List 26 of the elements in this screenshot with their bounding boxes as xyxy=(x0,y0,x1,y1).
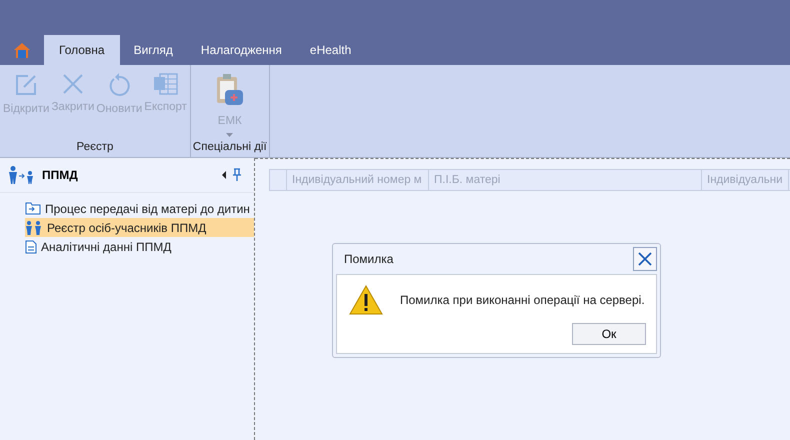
ribbon-tab[interactable]: eHealth xyxy=(296,35,366,65)
close-icon xyxy=(638,252,652,266)
ribbon-tab[interactable]: Налагодження xyxy=(186,35,296,65)
dialog-title: Помилка xyxy=(343,252,394,266)
error-message: Помилка при виконанні операції на сервері. xyxy=(400,293,645,307)
panel-title: ППМД xyxy=(42,168,78,182)
edit-icon xyxy=(14,73,38,97)
close-button[interactable] xyxy=(633,247,657,271)
ribbon-group-label: Реєстр xyxy=(76,141,114,155)
pin-icon[interactable] xyxy=(232,168,242,182)
tree-item[interactable]: Процес передачі від матері до дитин xyxy=(25,199,254,218)
people-transfer-icon xyxy=(8,166,36,184)
collapse-arrow-icon[interactable] xyxy=(222,171,226,179)
ribbon-tab[interactable]: Вигляд xyxy=(120,35,187,65)
ok-button[interactable]: Ок xyxy=(572,323,646,345)
tree-item[interactable]: Реєстр осіб-учасників ППМД xyxy=(25,218,254,237)
tree-item[interactable]: Аналітичні данні ППМД xyxy=(25,237,254,256)
refresh-icon xyxy=(108,73,130,97)
folder-icon xyxy=(25,202,41,215)
spreadsheet-icon xyxy=(154,73,178,95)
document-icon xyxy=(25,240,37,254)
ribbon-group-label: Спеціальні дії xyxy=(192,141,267,155)
close-icon xyxy=(62,73,84,95)
warning-icon xyxy=(349,285,383,315)
people-icon xyxy=(25,220,43,234)
ribbon-tab[interactable]: Головна xyxy=(44,35,120,65)
